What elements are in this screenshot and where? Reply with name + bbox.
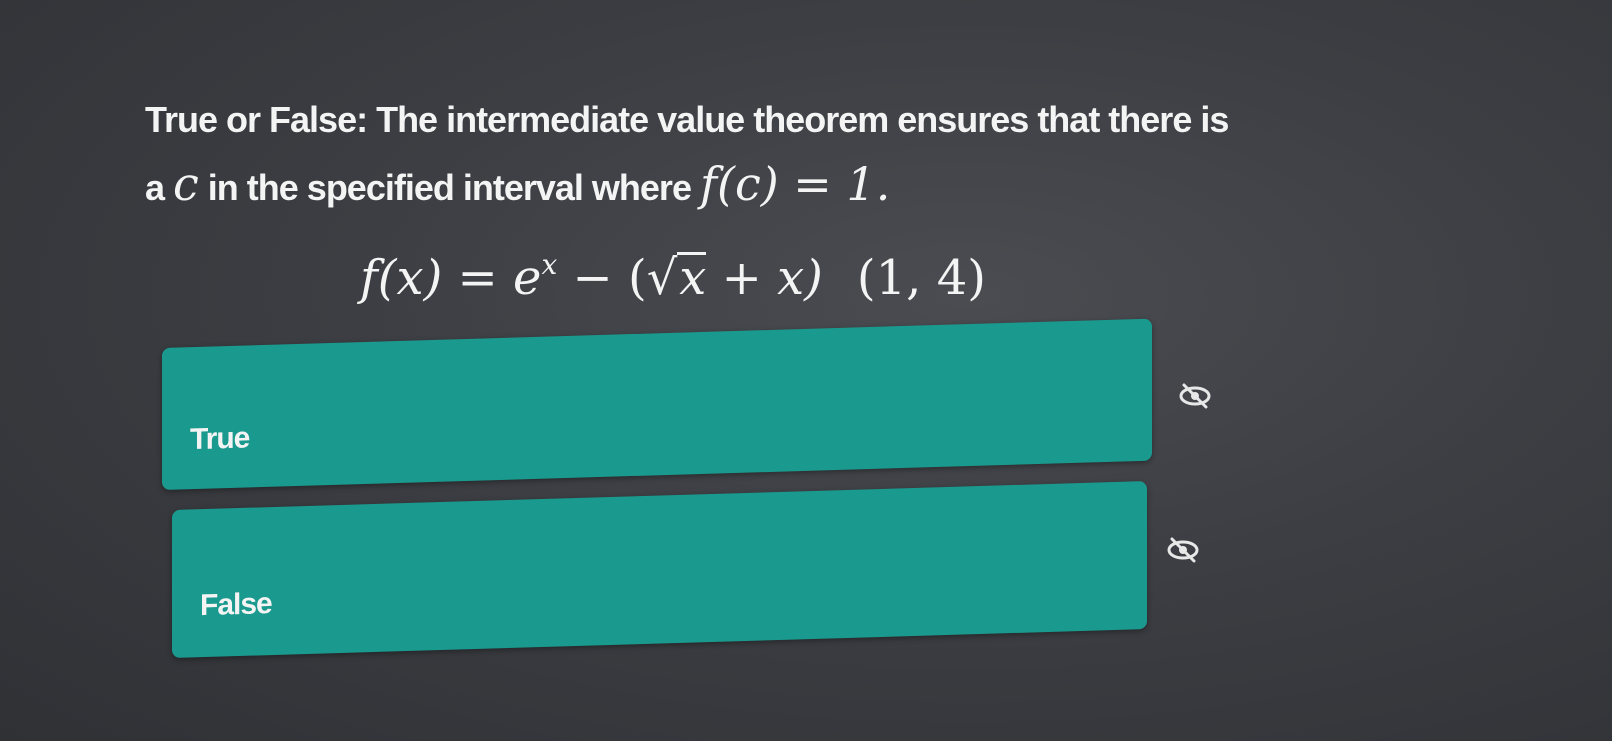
answer-option-false[interactable]: False [172, 481, 1147, 658]
formula-exponent: x [541, 248, 558, 281]
answer-option-label: False [200, 587, 272, 623]
function-formula: f(x) = ex − (√x + x) (1, 4) [360, 238, 986, 318]
sqrt-symbol: √x [646, 250, 707, 306]
formula-rest: + x) [706, 250, 823, 306]
eye-slash-icon[interactable] [1166, 536, 1200, 564]
formula-minus-open: − ( [557, 250, 647, 306]
answer-option-label: True [190, 421, 250, 457]
formula-radicand: x [677, 250, 707, 306]
answer-option-true[interactable]: True [162, 318, 1152, 490]
question-variable: c [173, 157, 199, 211]
formula-lhs: f(x) = e [360, 250, 542, 306]
question-condition: f(c) = 1. [699, 157, 891, 211]
formula-interval: (1, 4) [856, 250, 986, 306]
question-text-part2: in the specified interval where [198, 167, 700, 208]
eye-slash-icon[interactable] [1178, 382, 1212, 410]
question-text: True or False: The intermediate value th… [145, 88, 1255, 220]
